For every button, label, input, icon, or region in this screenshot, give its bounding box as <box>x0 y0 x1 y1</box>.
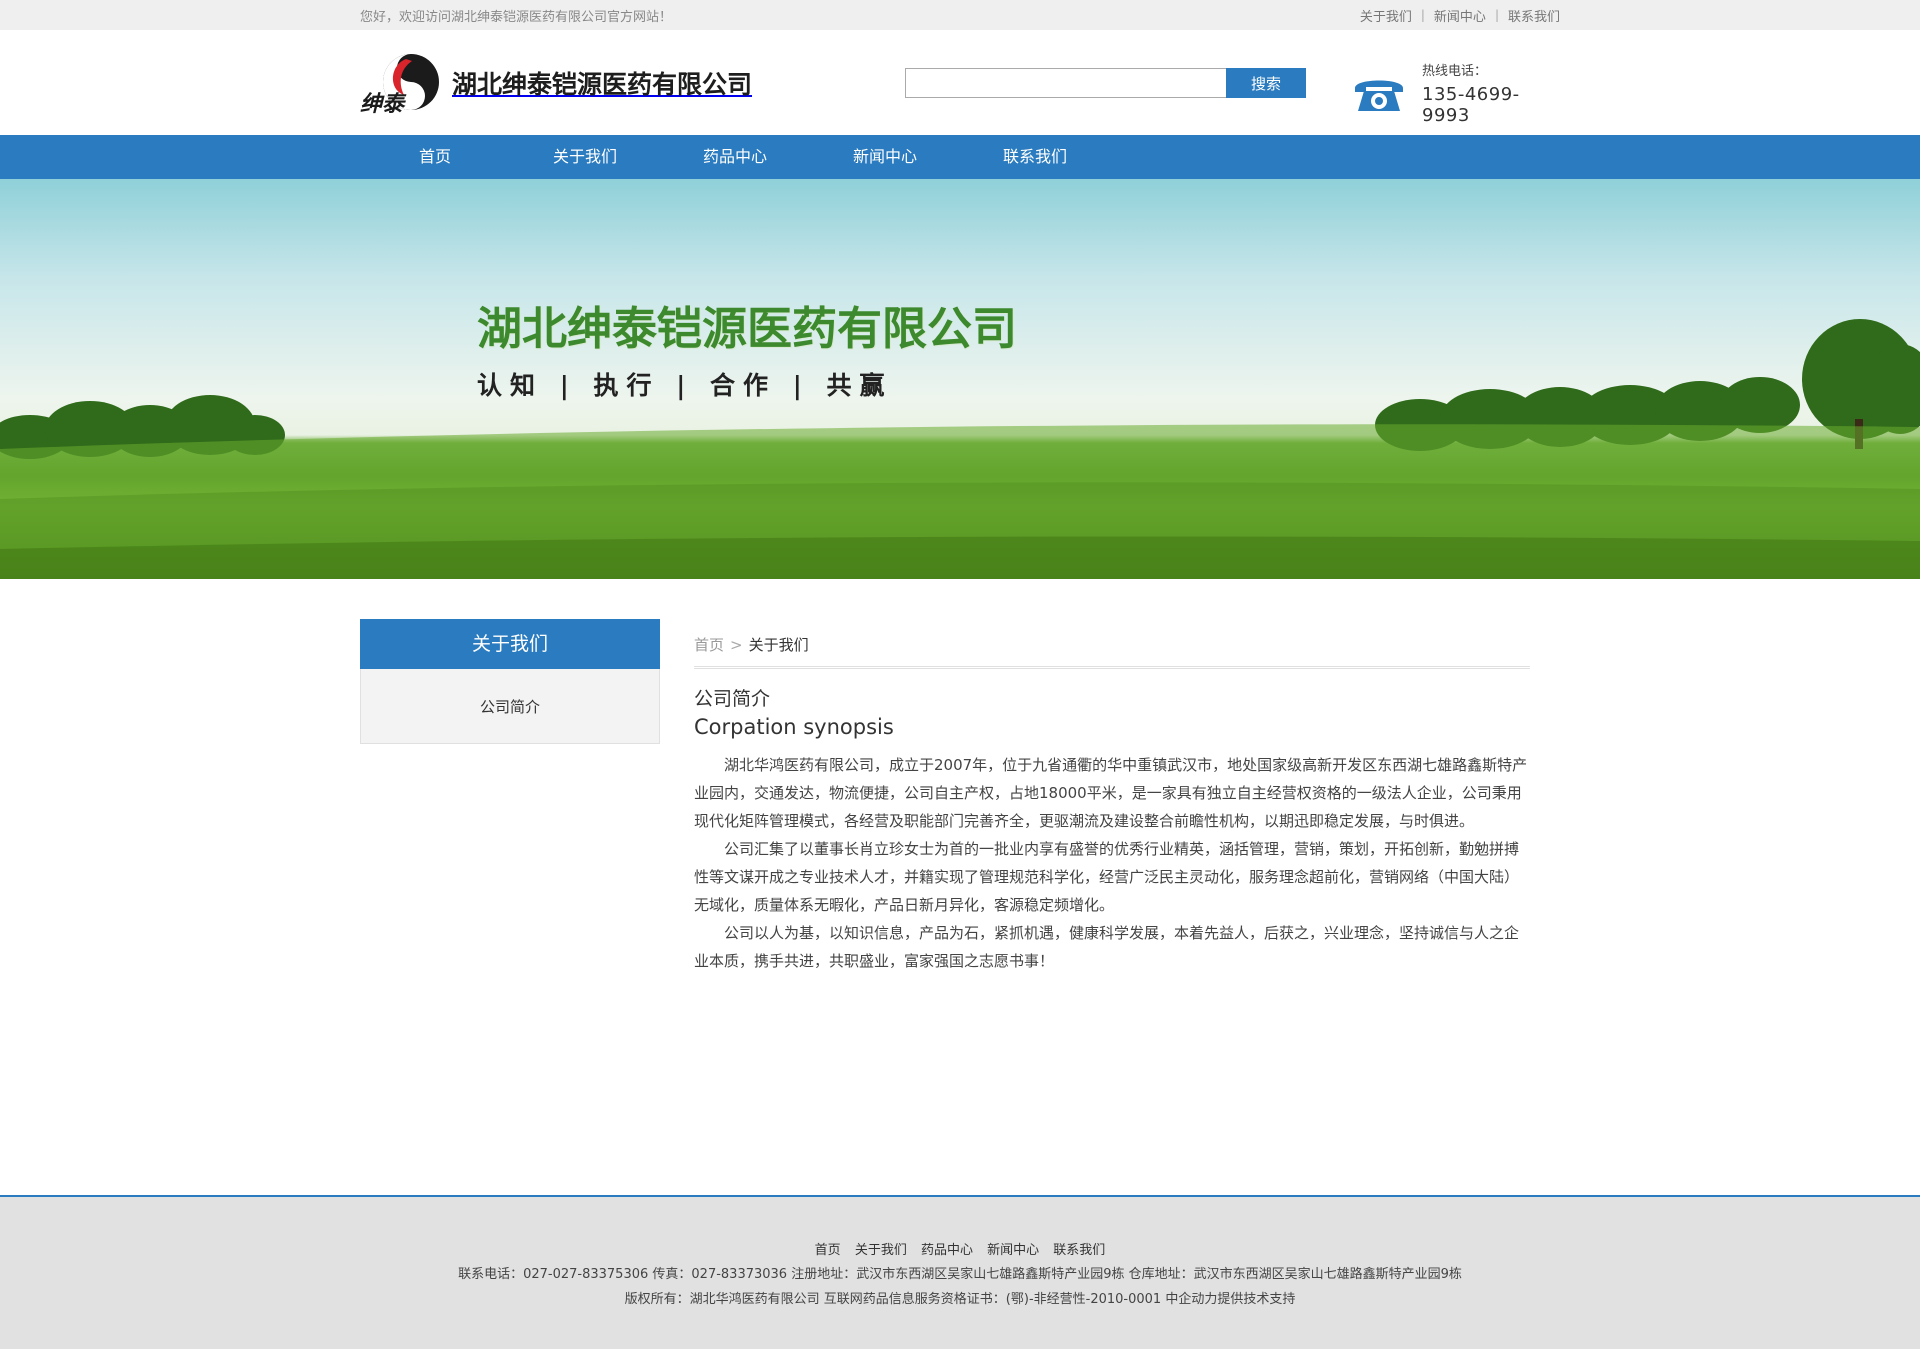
top-links: 关于我们 | 新闻中心 | 联系我们 <box>1360 6 1560 25</box>
article-content: 首页 > 关于我们 公司简介 Corpation synopsis 湖北华鸿医药… <box>694 619 1530 975</box>
hotline-label: 热线电话： <box>1422 64 1488 79</box>
nav-item-contact[interactable]: 联系我们 <box>960 135 1110 179</box>
article-paragraph: 公司以人为基，以知识信息，产品为石，紧抓机遇，健康科学发展，本着先益人，后获之，… <box>694 924 1520 970</box>
nav-item-news[interactable]: 新闻中心 <box>810 135 960 179</box>
sidebar-heading: 关于我们 <box>360 619 660 669</box>
nav-item-about[interactable]: 关于我们 <box>510 135 660 179</box>
top-link-contact[interactable]: 联系我们 <box>1508 6 1560 25</box>
logo-mark-icon: 绅泰 <box>360 51 444 117</box>
top-link-about[interactable]: 关于我们 <box>1360 6 1412 25</box>
telephone-icon <box>1352 76 1406 114</box>
footer-link-contact[interactable]: 联系我们 <box>1053 1243 1105 1258</box>
breadcrumb: 首页 > 关于我们 <box>694 619 1530 669</box>
search-button[interactable]: 搜索 <box>1226 68 1306 98</box>
sidebar: 关于我们 公司简介 <box>360 619 660 744</box>
top-link-news[interactable]: 新闻中心 <box>1434 6 1486 25</box>
breadcrumb-current: 关于我们 <box>748 636 809 654</box>
footer-link-news[interactable]: 新闻中心 <box>987 1243 1039 1258</box>
banner-landscape <box>0 319 1920 579</box>
nav-item-home[interactable]: 首页 <box>360 135 510 179</box>
footer-link-products[interactable]: 药品中心 <box>921 1243 973 1258</box>
search-box: 搜索 <box>905 68 1306 98</box>
divider: | <box>1420 8 1425 22</box>
breadcrumb-home[interactable]: 首页 <box>694 634 724 655</box>
header: 绅泰 湖北绅泰铠源医药有限公司 搜索 热线电话： 135-4699-9993 <box>0 30 1920 135</box>
site-logo[interactable]: 绅泰 湖北绅泰铠源医药有限公司 <box>360 51 753 117</box>
sidebar-item-company-profile[interactable]: 公司简介 <box>480 696 540 717</box>
main-content-area: 关于我们 公司简介 首页 > 关于我们 公司简介 Corpation synop… <box>360 579 1560 1179</box>
hotline: 热线电话： 135-4699-9993 <box>1352 64 1560 126</box>
footer-link-about[interactable]: 关于我们 <box>855 1243 907 1258</box>
main-nav: 首页 关于我们 药品中心 新闻中心 联系我们 <box>0 135 1920 179</box>
hero-banner: 湖北绅泰铠源医药有限公司 认知 | 执行 | 合作 | 共赢 <box>0 179 1920 579</box>
logo-script-text: 绅泰 <box>360 91 407 115</box>
search-input[interactable] <box>905 68 1226 98</box>
breadcrumb-separator: > <box>730 635 743 654</box>
banner-slogan: 认知 | 执行 | 合作 | 共赢 <box>477 371 893 400</box>
company-name: 湖北绅泰铠源医药有限公司 <box>452 70 753 99</box>
hotline-number: 135-4699-9993 <box>1422 84 1520 126</box>
nav-item-products[interactable]: 药品中心 <box>660 135 810 179</box>
top-bar: 您好，欢迎访问湖北绅泰铠源医药有限公司官方网站！ 关于我们 | 新闻中心 | 联… <box>0 0 1920 30</box>
divider: | <box>1494 8 1499 22</box>
footer-copyright: 版权所有：湖北华鸿医药有限公司 互联网药品信息服务资格证书：(鄂)-非经营性-2… <box>624 1292 1296 1307</box>
section-subtitle: Corpation synopsis <box>694 715 894 739</box>
article-body: 湖北华鸿医药有限公司，成立于2007年，位于九省通衢的华中重镇武汉市，地处国家级… <box>694 751 1530 975</box>
article-paragraph: 公司汇集了以董事长肖立珍女士为首的一批业内享有盛誉的优秀行业精英，涵括管理，营销… <box>694 840 1520 914</box>
welcome-text: 您好，欢迎访问湖北绅泰铠源医药有限公司官方网站！ <box>360 9 673 25</box>
banner-title: 湖北绅泰铠源医药有限公司 <box>477 302 1018 355</box>
sidebar-list: 公司简介 <box>360 669 660 744</box>
footer: 首页 关于我们 药品中心 新闻中心 联系我们 联系电话：027-027-8337… <box>0 1195 1920 1349</box>
footer-links: 首页 关于我们 药品中心 新闻中心 联系我们 <box>0 1239 1920 1258</box>
section-title: 公司简介 <box>694 688 771 710</box>
footer-contact: 联系电话：027-027-83375306 传真：027-83373036 注册… <box>458 1267 1462 1282</box>
footer-link-home[interactable]: 首页 <box>815 1243 841 1258</box>
article-paragraph: 湖北华鸿医药有限公司，成立于2007年，位于九省通衢的华中重镇武汉市，地处国家级… <box>694 756 1528 830</box>
